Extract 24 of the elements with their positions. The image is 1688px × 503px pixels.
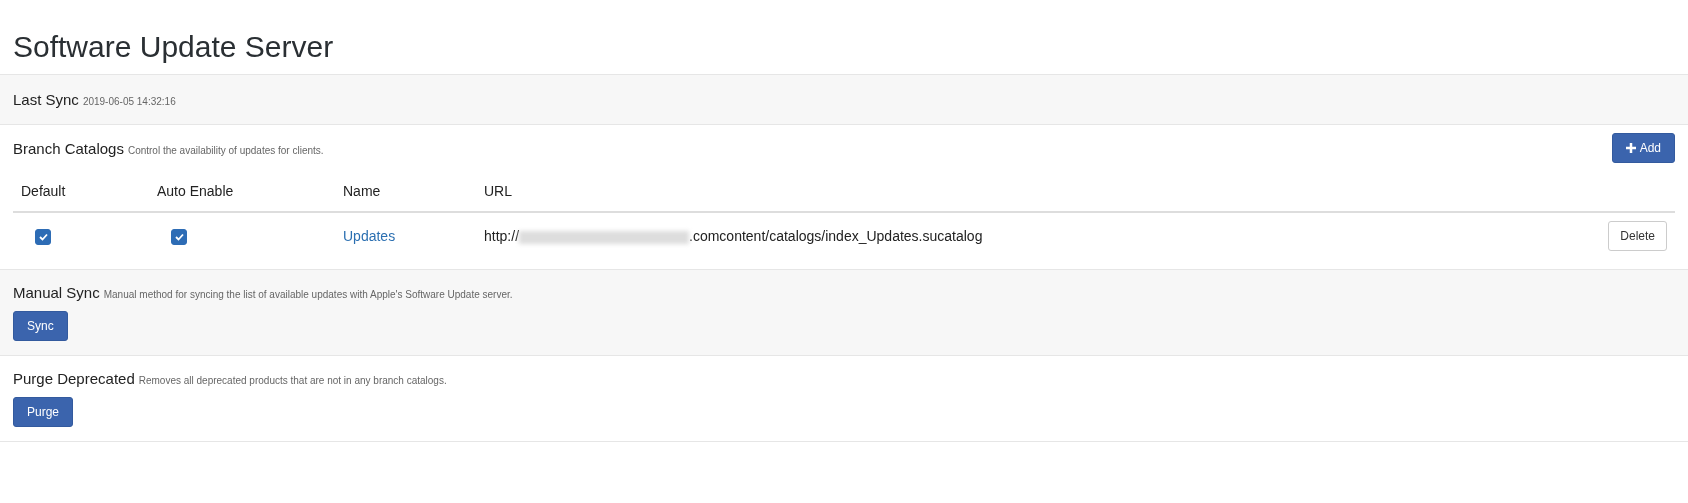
column-header: Name xyxy=(335,171,476,212)
section-description: Removes all deprecated products that are not in any branch catalogs. xyxy=(138,375,447,386)
delete-button[interactable]: Delete xyxy=(1608,221,1667,251)
last-sync-time: 2019-06-05 14:32:16 xyxy=(82,96,176,107)
plus-icon xyxy=(1625,143,1636,153)
check-icon xyxy=(38,232,48,241)
check-icon xyxy=(174,232,184,241)
url-text: http:// xyxy=(484,228,520,244)
section-title: Purge Deprecated xyxy=(13,370,135,387)
section-description: Manual method for syncing the list of available updates with Apple's Software Update server. xyxy=(103,289,513,300)
section-title: Last Sync xyxy=(13,91,79,108)
action-button[interactable]: Sync xyxy=(13,311,68,341)
add-button[interactable]: Add xyxy=(1611,133,1675,163)
column-header: Auto Enable xyxy=(149,171,335,212)
section-title: Manual Sync xyxy=(13,284,100,301)
checkbox[interactable] xyxy=(171,228,187,245)
url-text: .comcontent/catalogs/index_Updates.sucatalog xyxy=(689,228,983,244)
column-header: URL xyxy=(476,171,1523,212)
catalog-name-link[interactable]: Updates xyxy=(343,228,396,244)
column-header: Default xyxy=(13,171,149,212)
action-button[interactable]: Purge xyxy=(13,397,74,427)
section-description: Control the availability of updates for clients. xyxy=(127,144,324,156)
checkbox[interactable] xyxy=(35,228,51,245)
section-title: Branch Catalogs xyxy=(13,139,124,157)
